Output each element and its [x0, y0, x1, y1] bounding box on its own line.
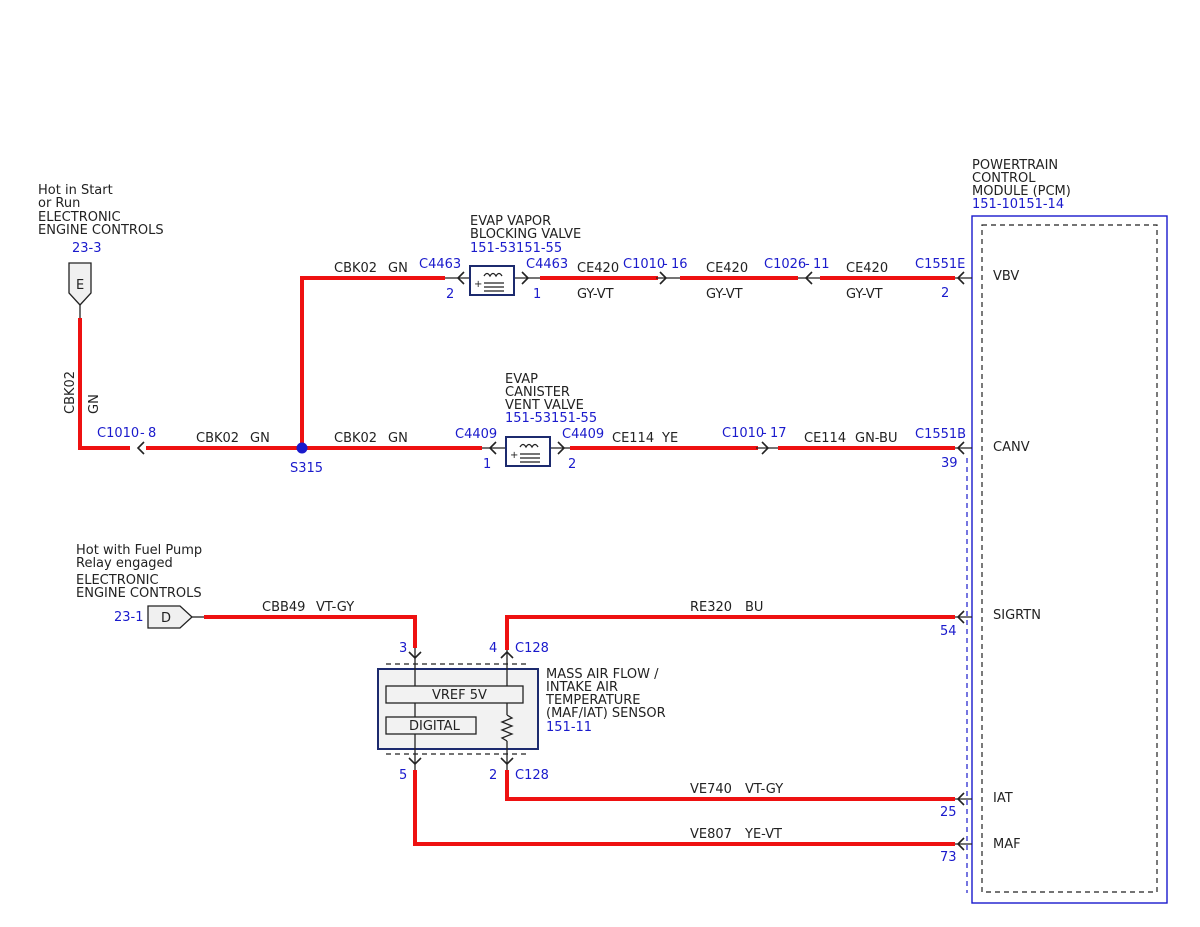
maf-vref-label: VREF 5V	[432, 688, 487, 703]
maf-pin-bottom-right: 2	[489, 768, 497, 783]
splice-name: S315	[290, 461, 323, 476]
svg-text:+: +	[510, 450, 518, 461]
pcm-pin-canv-label: CANV	[993, 440, 1030, 455]
svg-text:+: +	[474, 279, 482, 290]
source-hot-start-run: Hot in Start or Run ELECTRONIC ENGINE CO…	[38, 183, 164, 318]
wire-ve807-color: YE-VT	[744, 827, 782, 842]
maf-pin-top-right: 4	[489, 641, 497, 656]
evap-vent-pin-out: 2	[568, 457, 576, 472]
source-d-line2: Relay engaged	[76, 556, 173, 571]
pcm-pin-iat-label: IAT	[993, 791, 1013, 806]
maf-iat-sensor: VREF 5V DIGITAL 3 4 C128 5 2 C128 MASS A…	[377, 641, 666, 783]
pcm-iat-pin: 25	[940, 805, 957, 820]
evap-vapor-ref: 151-53151-55	[470, 241, 562, 256]
pcm-maf-pin: 73	[940, 850, 957, 865]
svg-text:-: -	[663, 257, 668, 272]
source-d-ref: 23-1	[114, 610, 144, 625]
c1026-11-name: C1026	[764, 257, 806, 272]
wire-ce420-c-circuit: CE420	[846, 261, 888, 276]
wire-cbk02-vert-color: GN	[87, 394, 102, 414]
wire-cbk02-top-color: GN	[388, 261, 408, 276]
svg-text:-: -	[805, 257, 810, 272]
maf-conn-bottom: C128	[515, 768, 549, 783]
evap-vent-conn-out: C4409	[562, 427, 604, 442]
svg-text:-: -	[140, 426, 145, 441]
source-d-line4: ENGINE CONTROLS	[76, 586, 202, 601]
wire-cbk02-left-color: GN	[250, 431, 270, 446]
wire-re320-circuit: RE320	[690, 600, 732, 615]
maf-pin-bottom-left: 5	[399, 768, 407, 783]
wiring-diagram: POWERTRAIN CONTROL MODULE (PCM) 151-1015…	[38, 158, 1168, 904]
source-e-pin: E	[76, 278, 84, 293]
c1010-16-name: C1010	[623, 257, 665, 272]
maf-sensor-body	[377, 668, 539, 750]
pcm-vbv-pin: 2	[941, 286, 949, 301]
evap-vapor-conn-out: C4463	[526, 257, 568, 272]
pcm-pin-sigrtn-label: SIGRTN	[993, 608, 1041, 623]
evap-vapor-pin-out: 1	[533, 287, 541, 302]
wire-cbk02-mid-color: GN	[388, 431, 408, 446]
pcm-sigrtn-pin: 54	[940, 624, 957, 639]
evap-vapor-conn-in: C4463	[419, 257, 461, 272]
wire-ve807-circuit: VE807	[690, 827, 732, 842]
wire-cbb49-circuit: CBB49	[262, 600, 305, 615]
pcm-vbv-connector: C1551E	[915, 257, 965, 272]
svg-text:-: -	[762, 426, 767, 441]
wire-cbk02-vert-circuit: CBK02	[63, 371, 78, 414]
pcm-pin-arrows	[955, 271, 972, 851]
pcm-pin-maf-label: MAF	[993, 837, 1021, 852]
c1010-17-name: C1010	[722, 426, 764, 441]
evap-vapor-blocking-valve: EVAP VAPOR BLOCKING VALVE 151-53151-55 C…	[419, 214, 581, 302]
wire-ce420-a-circuit: CE420	[577, 261, 619, 276]
pcm-canv-pin: 39	[941, 456, 958, 471]
source-d-pin: D	[161, 611, 171, 626]
pcm-canv-connector: C1551B	[915, 427, 966, 442]
source-e-ref: 23-3	[72, 241, 102, 256]
wire-ve740-color: VT-GY	[745, 782, 783, 797]
maf-ref: 151-11	[546, 720, 592, 735]
evap-vapor-pin-in: 2	[446, 287, 454, 302]
wire-ce420-c-color: GY-VT	[846, 287, 883, 302]
c1010-8-name: C1010	[97, 426, 139, 441]
maf-digital-label: DIGITAL	[409, 719, 461, 734]
maf-pin-top-left: 3	[399, 641, 407, 656]
maf-name-line4: (MAF/IAT) SENSOR	[546, 706, 666, 721]
wire-ce420-b-color: GY-VT	[706, 287, 743, 302]
wire-cbk02-top-circuit: CBK02	[334, 261, 377, 276]
wire-ce114-b-circuit: CE114	[804, 431, 846, 446]
wire-cbb49-color: VT-GY	[316, 600, 354, 615]
c1010-17-pin: 17	[770, 426, 787, 441]
wire-ce114-a-circuit: CE114	[612, 431, 654, 446]
c1026-11-pin: 11	[813, 257, 830, 272]
wire-ce114-b-color: GN-BU	[855, 431, 897, 446]
source-hot-fuel-pump: Hot with Fuel Pump Relay engaged ELECTRO…	[76, 543, 204, 629]
wire-ve740-circuit: VE740	[690, 782, 732, 797]
pcm-pin-vbv-label: VBV	[993, 269, 1019, 284]
evap-vapor-line2: BLOCKING VALVE	[470, 227, 581, 242]
wire-ce420-b-circuit: CE420	[706, 261, 748, 276]
wire-cbk02-left-circuit: CBK02	[196, 431, 239, 446]
wire-segments	[78, 276, 955, 846]
pcm-ref: 151-10151-14	[972, 197, 1064, 212]
evap-canister-vent-valve: EVAP CANISTER VENT VALVE 151-53151-55 C4…	[455, 372, 604, 472]
wire-re320-color: BU	[745, 600, 763, 615]
evap-vent-pin-in: 1	[483, 457, 491, 472]
evap-vent-ref: 151-53151-55	[505, 411, 597, 426]
wire-ce420-a-color: GY-VT	[577, 287, 614, 302]
c1010-16-pin: 16	[671, 257, 688, 272]
wire-ce114-a-color: YE	[661, 431, 678, 446]
evap-vent-conn-in: C4409	[455, 427, 497, 442]
c1010-8-pin: 8	[148, 426, 156, 441]
source-e-line2: or Run	[38, 196, 80, 211]
wire-cbk02-mid-circuit: CBK02	[334, 431, 377, 446]
source-e-line4: ENGINE CONTROLS	[38, 223, 164, 238]
maf-conn-top: C128	[515, 641, 549, 656]
